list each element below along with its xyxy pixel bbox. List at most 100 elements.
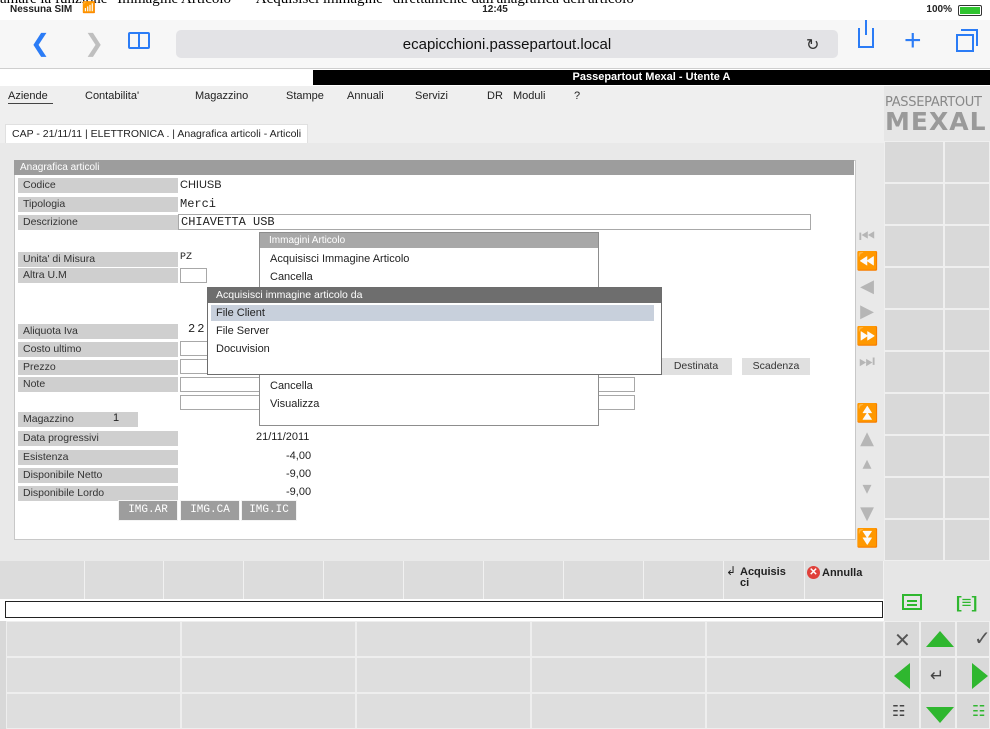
menu-contabilita[interactable]: Contabilita' <box>85 90 139 102</box>
keyboard-icon[interactable]: ☷ <box>972 702 985 720</box>
soft-key[interactable] <box>6 693 181 729</box>
fast-back-icon[interactable]: ⏪ <box>856 251 878 272</box>
last-record-icon[interactable]: ⏭ <box>856 351 878 372</box>
soft-key[interactable] <box>181 693 356 729</box>
soft-key[interactable] <box>356 657 531 693</box>
function-key[interactable] <box>405 561 484 599</box>
side-key[interactable] <box>884 477 944 519</box>
function-key[interactable] <box>645 561 724 599</box>
menu-acquisisci-immagine[interactable]: Acquisisci Immagine Articolo <box>270 253 409 265</box>
side-key[interactable] <box>944 183 990 225</box>
side-key[interactable] <box>884 309 944 351</box>
confirm-check-icon[interactable]: ✓ <box>974 626 990 650</box>
forward-icon[interactable]: ❯ <box>84 29 104 57</box>
soft-key[interactable] <box>706 621 884 657</box>
menu-stampe[interactable]: Stampe <box>286 90 324 102</box>
menu-annuali[interactable]: Annuali <box>347 90 384 102</box>
side-key[interactable] <box>884 519 944 561</box>
menu-visualizza[interactable]: Visualizza <box>270 398 319 410</box>
descrizione-field[interactable]: CHIAVETTA USB <box>178 214 811 230</box>
fast-forward-icon[interactable]: ⏩ <box>856 326 878 347</box>
soft-key[interactable] <box>356 621 531 657</box>
first-record-icon[interactable]: ⏮ <box>856 226 878 247</box>
line-down-icon[interactable]: ▾ <box>856 478 878 499</box>
menu-cancella-2[interactable]: Cancella <box>270 380 313 392</box>
enter-icon[interactable]: ↵ <box>930 666 944 686</box>
function-key[interactable] <box>6 561 85 599</box>
menu-dr[interactable]: DR <box>487 90 503 102</box>
soft-key[interactable] <box>181 621 356 657</box>
function-key[interactable] <box>245 561 324 599</box>
line-up-icon[interactable]: ▴ <box>856 453 878 474</box>
note-field-2[interactable] <box>180 395 260 410</box>
note-field-1[interactable] <box>180 377 260 392</box>
function-key[interactable] <box>325 561 404 599</box>
costo-field[interactable] <box>180 341 210 356</box>
side-key[interactable] <box>944 477 990 519</box>
option-docuvision[interactable]: Docuvision <box>216 343 270 355</box>
soft-key[interactable] <box>706 693 884 729</box>
tabs-icon[interactable] <box>956 29 978 52</box>
page-down-icon[interactable]: ▼ <box>856 503 878 524</box>
side-key[interactable] <box>884 225 944 267</box>
side-key[interactable] <box>944 393 990 435</box>
option-file-server[interactable]: File Server <box>216 325 269 337</box>
side-key[interactable] <box>944 351 990 393</box>
soft-key[interactable] <box>6 621 181 657</box>
menu-cancella[interactable]: Cancella <box>270 271 313 283</box>
side-key[interactable] <box>884 393 944 435</box>
side-key[interactable] <box>944 435 990 477</box>
menu-magazzino[interactable]: Magazzino <box>195 90 248 102</box>
side-key[interactable] <box>944 267 990 309</box>
soft-key[interactable] <box>531 621 706 657</box>
address-bar[interactable]: ecapicchioni.passepartout.local ↻ <box>176 30 838 58</box>
top-page-icon[interactable]: ⏫ <box>856 403 878 424</box>
img-ca-button[interactable]: IMG.CA <box>180 500 240 521</box>
arrow-right-icon[interactable] <box>972 663 988 689</box>
cancel-x-icon[interactable]: ✕ <box>894 628 911 652</box>
new-tab-icon[interactable]: + <box>904 24 922 58</box>
side-key[interactable] <box>944 225 990 267</box>
function-key[interactable] <box>165 561 244 599</box>
arrow-left-icon[interactable] <box>894 663 910 689</box>
img-ar-button[interactable]: IMG.AR <box>118 500 178 521</box>
note-field-2-end[interactable] <box>598 395 635 410</box>
destinata-button[interactable]: Destinata <box>660 358 732 375</box>
acquisisci-button[interactable]: ↲ Acquisisci <box>725 561 805 599</box>
soft-key[interactable] <box>706 657 884 693</box>
altra-um-field[interactable] <box>180 268 207 283</box>
soft-key[interactable] <box>531 693 706 729</box>
option-file-client[interactable]: File Client <box>216 307 265 319</box>
note-field-1-end[interactable] <box>598 377 635 392</box>
menu-moduli[interactable]: Moduli <box>513 90 545 102</box>
function-key[interactable] <box>565 561 644 599</box>
reload-icon[interactable]: ↻ <box>806 35 819 54</box>
annulla-button[interactable]: ✕ Annulla <box>805 561 884 599</box>
side-key[interactable] <box>944 519 990 561</box>
side-key[interactable] <box>884 183 944 225</box>
side-key[interactable] <box>944 141 990 183</box>
arrow-up-icon[interactable] <box>926 631 954 647</box>
command-line-input[interactable] <box>5 601 883 618</box>
soft-key[interactable] <box>356 693 531 729</box>
function-key[interactable] <box>85 561 164 599</box>
arrow-down-icon[interactable] <box>926 707 954 723</box>
side-key[interactable] <box>884 351 944 393</box>
share-icon[interactable] <box>858 20 874 48</box>
menu-servizi[interactable]: Servizi <box>415 90 448 102</box>
soft-key[interactable] <box>181 657 356 693</box>
function-key[interactable] <box>485 561 564 599</box>
next-record-icon[interactable]: ▶ <box>856 301 878 322</box>
list-bracket-icon[interactable]: [≡] <box>956 593 977 613</box>
list-icon[interactable] <box>902 594 922 610</box>
breadcrumb[interactable]: CAP - 21/11/11 | ELETTRONICA . | Anagraf… <box>5 124 309 144</box>
bottom-page-icon[interactable]: ⏬ <box>856 528 878 549</box>
soft-key[interactable] <box>6 657 181 693</box>
side-key[interactable] <box>884 267 944 309</box>
soft-key[interactable] <box>531 657 706 693</box>
bookmarks-icon[interactable] <box>128 32 150 49</box>
menu-aziende[interactable]: Aziende <box>8 90 48 102</box>
scadenza-button[interactable]: Scadenza <box>742 358 810 375</box>
back-icon[interactable]: ❮ <box>30 29 50 57</box>
menu-help[interactable]: ? <box>574 90 580 102</box>
